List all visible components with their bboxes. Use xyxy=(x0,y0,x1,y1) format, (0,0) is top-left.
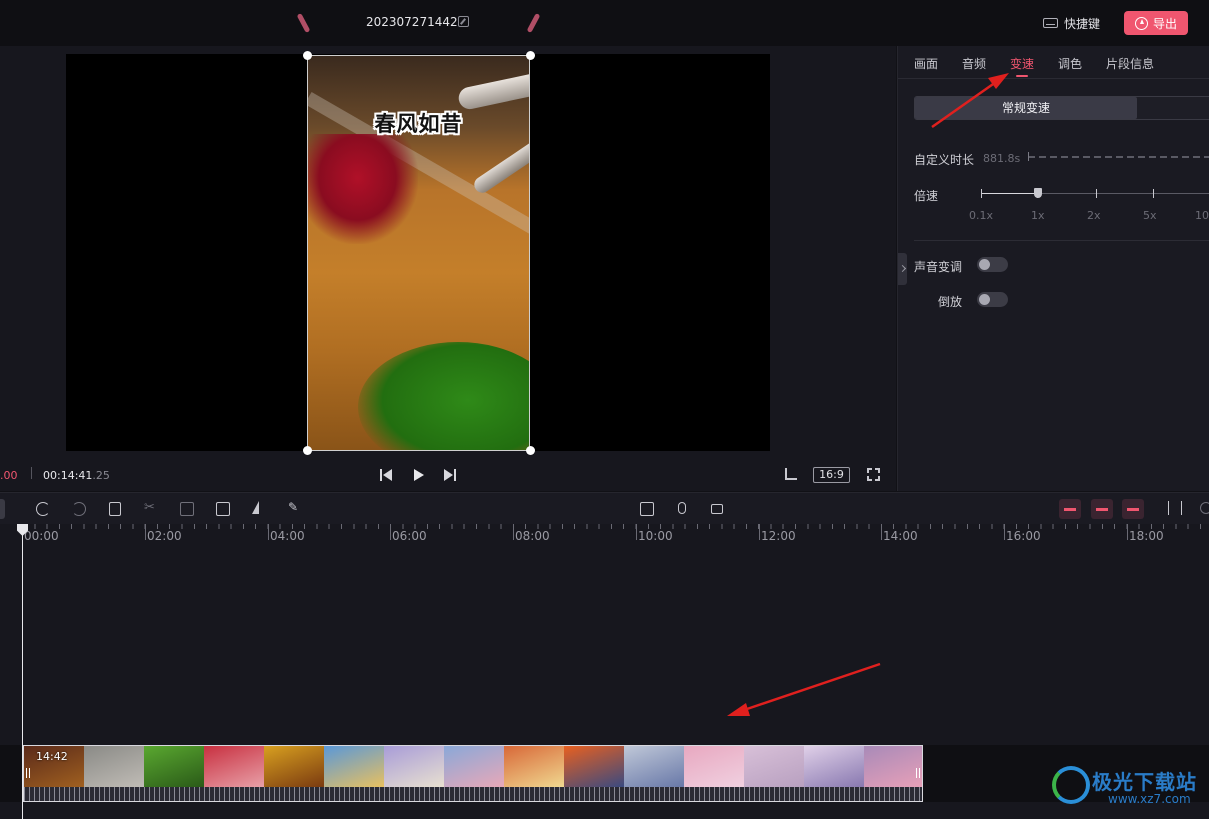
aspect-ratio-button[interactable]: 16:9 xyxy=(813,467,850,483)
ruler-label: 18:00 xyxy=(1129,529,1164,543)
project-title[interactable]: 202307271442 xyxy=(366,15,458,29)
ruler-label: 02:00 xyxy=(147,529,182,543)
ruler-label: 06:00 xyxy=(392,529,427,543)
playhead-line[interactable] xyxy=(22,524,23,819)
watermark-url: www.xz7.com xyxy=(1108,792,1191,806)
normal-speed-option[interactable]: 常规变速 xyxy=(915,97,1137,119)
speed-slider[interactable] xyxy=(981,189,1209,198)
video-frame[interactable]: 春风如昔 xyxy=(307,55,530,451)
text-recognition-icon[interactable] xyxy=(640,502,654,516)
total-time: 00:14:41.25 xyxy=(43,469,110,482)
resize-handle-top-right[interactable] xyxy=(526,51,535,60)
video-clip[interactable]: 14:42 xyxy=(23,745,923,802)
play-icon[interactable] xyxy=(414,469,424,481)
ruler-label: 14:00 xyxy=(883,529,918,543)
scissors-icon[interactable]: ✂ xyxy=(144,500,158,515)
ruler-label: 04:00 xyxy=(270,529,305,543)
microphone-icon[interactable] xyxy=(678,502,686,514)
shortcut-label: 快捷键 xyxy=(1064,16,1101,31)
ruler-label: 12:00 xyxy=(761,529,796,543)
panel-tabs: 画面 音频 变速 调色 片段信息 xyxy=(898,46,1209,79)
current-time: .00 xyxy=(0,469,18,482)
speed-tick-label: 1x xyxy=(1031,209,1045,222)
zoom-out-icon[interactable] xyxy=(1200,502,1209,514)
custom-duration-label: 自定义时长 xyxy=(914,153,975,167)
speed-tick-label: 5x xyxy=(1143,209,1157,222)
camera-icon[interactable] xyxy=(711,504,723,514)
watermark-logo-icon xyxy=(1052,766,1090,804)
ruler-label: 10:00 xyxy=(638,529,673,543)
speed-tick-label: 10 xyxy=(1195,209,1209,222)
resize-handle-bottom-right[interactable] xyxy=(526,446,535,455)
decor-stroke-left xyxy=(296,12,311,34)
keyboard-icon xyxy=(1043,18,1058,28)
timeline-ruler[interactable]: 00:00 02:00 04:00 06:00 08:00 10:00 12:0… xyxy=(0,524,1209,546)
resize-handle-bottom-left[interactable] xyxy=(303,446,312,455)
export-button[interactable]: 导出 xyxy=(1124,11,1188,35)
tab-color[interactable]: 调色 xyxy=(1058,55,1082,72)
clip-trim-handle-right[interactable] xyxy=(916,768,920,778)
replace-icon[interactable] xyxy=(216,502,230,516)
pitch-toggle[interactable] xyxy=(977,257,1008,272)
undo-icon[interactable] xyxy=(36,502,50,516)
custom-duration-value: 881.8s xyxy=(983,152,1021,165)
pitch-label: 声音变调 xyxy=(914,260,963,274)
previous-frame-icon[interactable] xyxy=(380,469,392,481)
upload-icon xyxy=(1134,16,1148,30)
audio-waveform xyxy=(24,787,922,801)
preview-player: 春风如昔 .00 00:14:41.25 16:9 xyxy=(0,46,896,491)
speed-label: 倍速 xyxy=(914,189,939,203)
snap-toggle-button[interactable] xyxy=(1059,499,1081,519)
reverse-label: 倒放 xyxy=(938,295,963,309)
timeline-toolbar: ✂ ✎ xyxy=(0,492,1209,524)
decor-stroke-right xyxy=(526,12,541,34)
mirror-icon[interactable] xyxy=(252,501,259,514)
export-label: 导出 xyxy=(1152,16,1177,31)
redo-icon[interactable] xyxy=(72,502,86,516)
tab-clip-info[interactable]: 片段信息 xyxy=(1106,55,1154,72)
fullscreen-icon[interactable] xyxy=(866,467,881,482)
clip-duration: 14:42 xyxy=(36,750,68,763)
tab-audio[interactable]: 音频 xyxy=(962,55,986,72)
speed-tick-label: 0.1x xyxy=(969,209,994,222)
custom-duration-slider[interactable] xyxy=(1028,152,1209,161)
edit-title-icon[interactable] xyxy=(458,16,469,27)
video-subtitle: 春风如昔 xyxy=(374,112,463,136)
clip-thumbnails xyxy=(24,746,922,787)
speed-slider-knob[interactable] xyxy=(1034,188,1042,198)
tab-picture[interactable]: 画面 xyxy=(914,55,938,72)
ruler-label: 00:00 xyxy=(24,529,59,543)
top-bar: 202307271442 快捷键 导出 xyxy=(0,0,1209,46)
watermark-logo: 极光下载站 www.xz7.com xyxy=(1052,764,1202,812)
speed-tick-label: 2x xyxy=(1087,209,1101,222)
resize-handle-top-left[interactable] xyxy=(303,51,312,60)
preview-axis-button[interactable] xyxy=(1122,499,1144,519)
ruler-label: 08:00 xyxy=(515,529,550,543)
shortcut-button[interactable]: 快捷键 xyxy=(1043,14,1100,32)
ruler-label: 16:00 xyxy=(1006,529,1041,543)
properties-panel: 画面 音频 变速 调色 片段信息 常规变速 自定义时长 881.8s 倍速 0.… xyxy=(897,46,1209,491)
zoom-fit-icon[interactable] xyxy=(1168,501,1182,515)
collapse-panel-icon[interactable] xyxy=(898,253,907,285)
next-frame-icon[interactable] xyxy=(444,469,456,481)
tab-speed[interactable]: 变速 xyxy=(1010,55,1034,77)
speed-mode-switch: 常规变速 xyxy=(914,96,1209,120)
pin-icon[interactable]: ✎ xyxy=(288,500,302,514)
reverse-toggle[interactable] xyxy=(977,292,1008,307)
delete-icon[interactable] xyxy=(109,502,121,516)
crop-icon[interactable] xyxy=(785,468,797,480)
watermark-name: 极光下载站 xyxy=(1092,770,1197,794)
link-toggle-button[interactable] xyxy=(1091,499,1113,519)
clip-trim-handle-left[interactable] xyxy=(26,768,30,778)
split-icon[interactable] xyxy=(180,502,194,516)
